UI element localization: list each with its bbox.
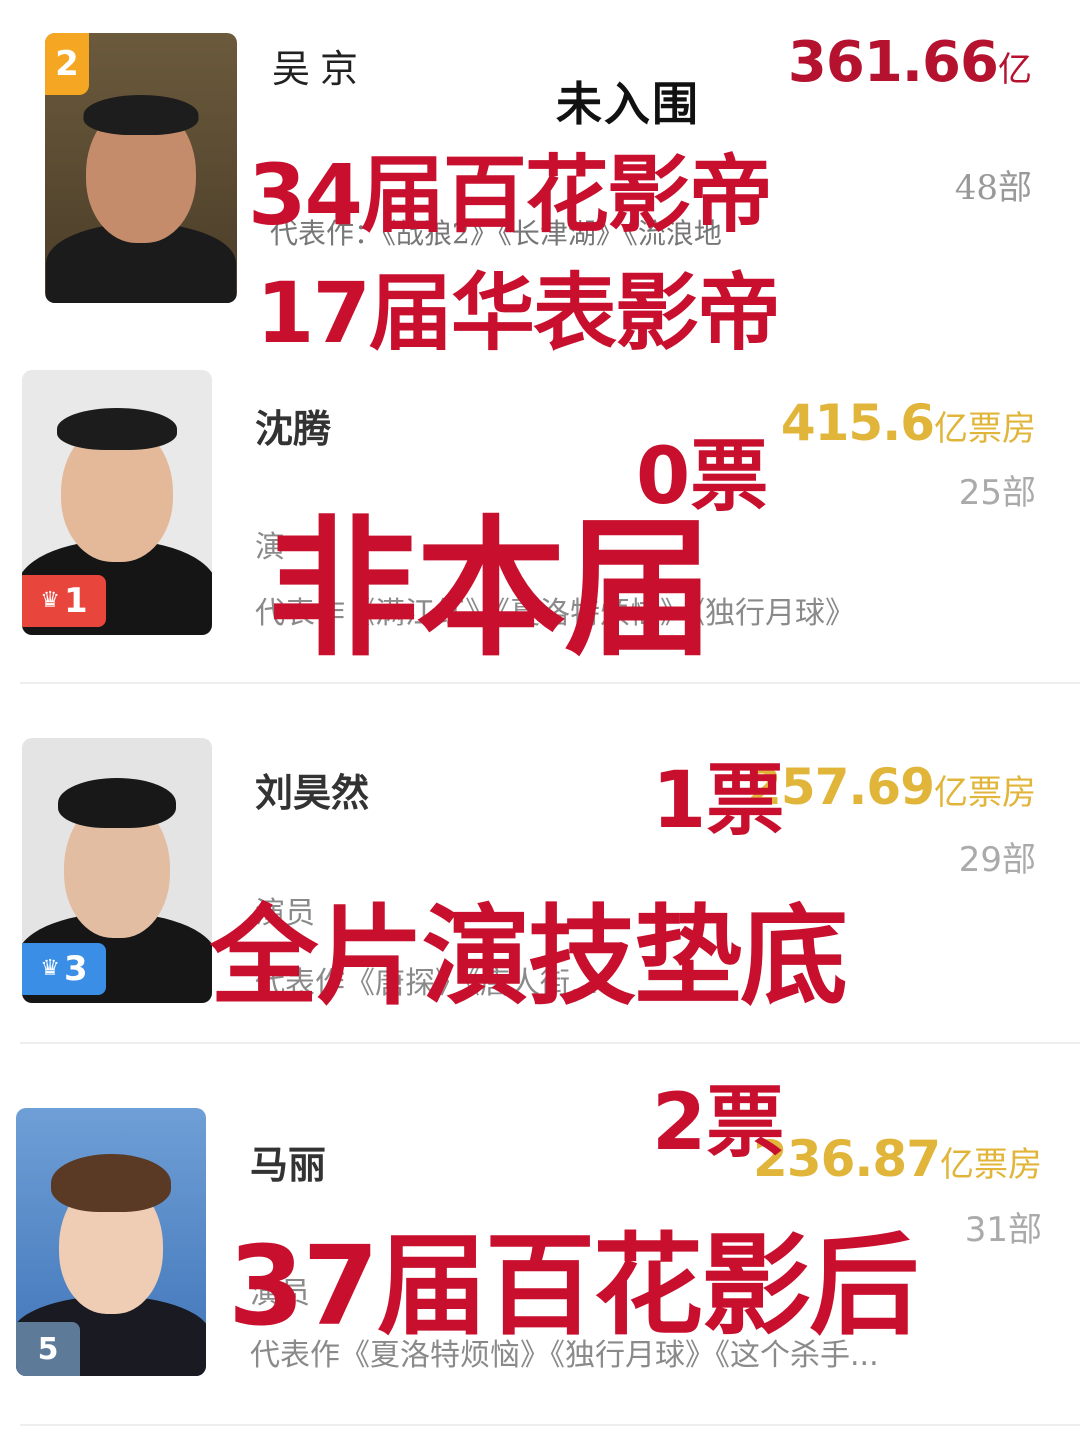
handwritten-note: 未入围 xyxy=(556,77,700,131)
rank-badge: ♛ 3 xyxy=(22,943,106,995)
avatar-shenteng: ♛ 1 xyxy=(22,370,212,635)
box-office-total: 361.66亿 xyxy=(787,30,1032,95)
avatar-mali: 5 xyxy=(16,1108,206,1376)
box-office-total: 236.87亿票房 xyxy=(753,1130,1042,1188)
film-count: 29部 xyxy=(958,840,1036,880)
rank-badge: 5 xyxy=(16,1322,80,1376)
divider xyxy=(20,682,1080,684)
crown-icon: ♛ xyxy=(40,956,61,981)
rank-badge: ♛ 1 xyxy=(22,575,106,627)
actor-card-wujing[interactable]: 2 吴京 361.66亿 48部 代表作：《战狼2》《长津湖》《流浪地 未入围 … xyxy=(0,0,1080,362)
film-count: 48部 xyxy=(954,168,1032,208)
avatar-liuhaoran: ♛ 3 xyxy=(22,738,212,1003)
actor-card-mali[interactable]: 5 马丽 236.87亿票房 31部 演员 代表作《夏洛特烦恼》《独行月球》《这… xyxy=(0,1050,1080,1434)
actor-name: 马丽 xyxy=(250,1143,327,1187)
actor-card-liuhaoran[interactable]: ♛ 3 刘昊然 257.69亿票房 29部 演员 代表作《唐探》《唐人街... 1… xyxy=(0,690,1080,1050)
vote-count: 1票 xyxy=(652,756,785,846)
vote-count: 2票 xyxy=(652,1078,785,1168)
box-office-total: 257.69亿票房 xyxy=(747,758,1036,816)
divider xyxy=(20,1424,1080,1426)
divider xyxy=(20,1042,1080,1044)
rank-badge: 2 xyxy=(45,33,89,95)
actor-name: 吴京 xyxy=(272,47,369,91)
crown-icon: ♛ xyxy=(40,588,61,613)
film-count: 31部 xyxy=(964,1210,1042,1250)
award-overlay-2: 17届华表影帝 xyxy=(256,264,781,362)
avatar-wujing: 2 xyxy=(45,33,237,303)
actor-card-shenteng[interactable]: ♛ 1 沈腾 415.6亿票房 25部 演 代表作《满江红》《夏洛特烦恼》《独行月… xyxy=(0,350,1080,690)
status-overlay: 非本届 xyxy=(268,503,714,677)
box-office-total: 415.6亿票房 xyxy=(780,394,1036,452)
actor-name: 刘昊然 xyxy=(255,771,370,815)
award-overlay: 37届百花影后 xyxy=(228,1222,919,1350)
status-overlay: 全片演技垫底 xyxy=(210,895,848,1020)
film-count: 25部 xyxy=(958,473,1036,513)
actor-name: 沈腾 xyxy=(255,407,332,451)
award-overlay-1: 34届百花影帝 xyxy=(248,146,773,244)
